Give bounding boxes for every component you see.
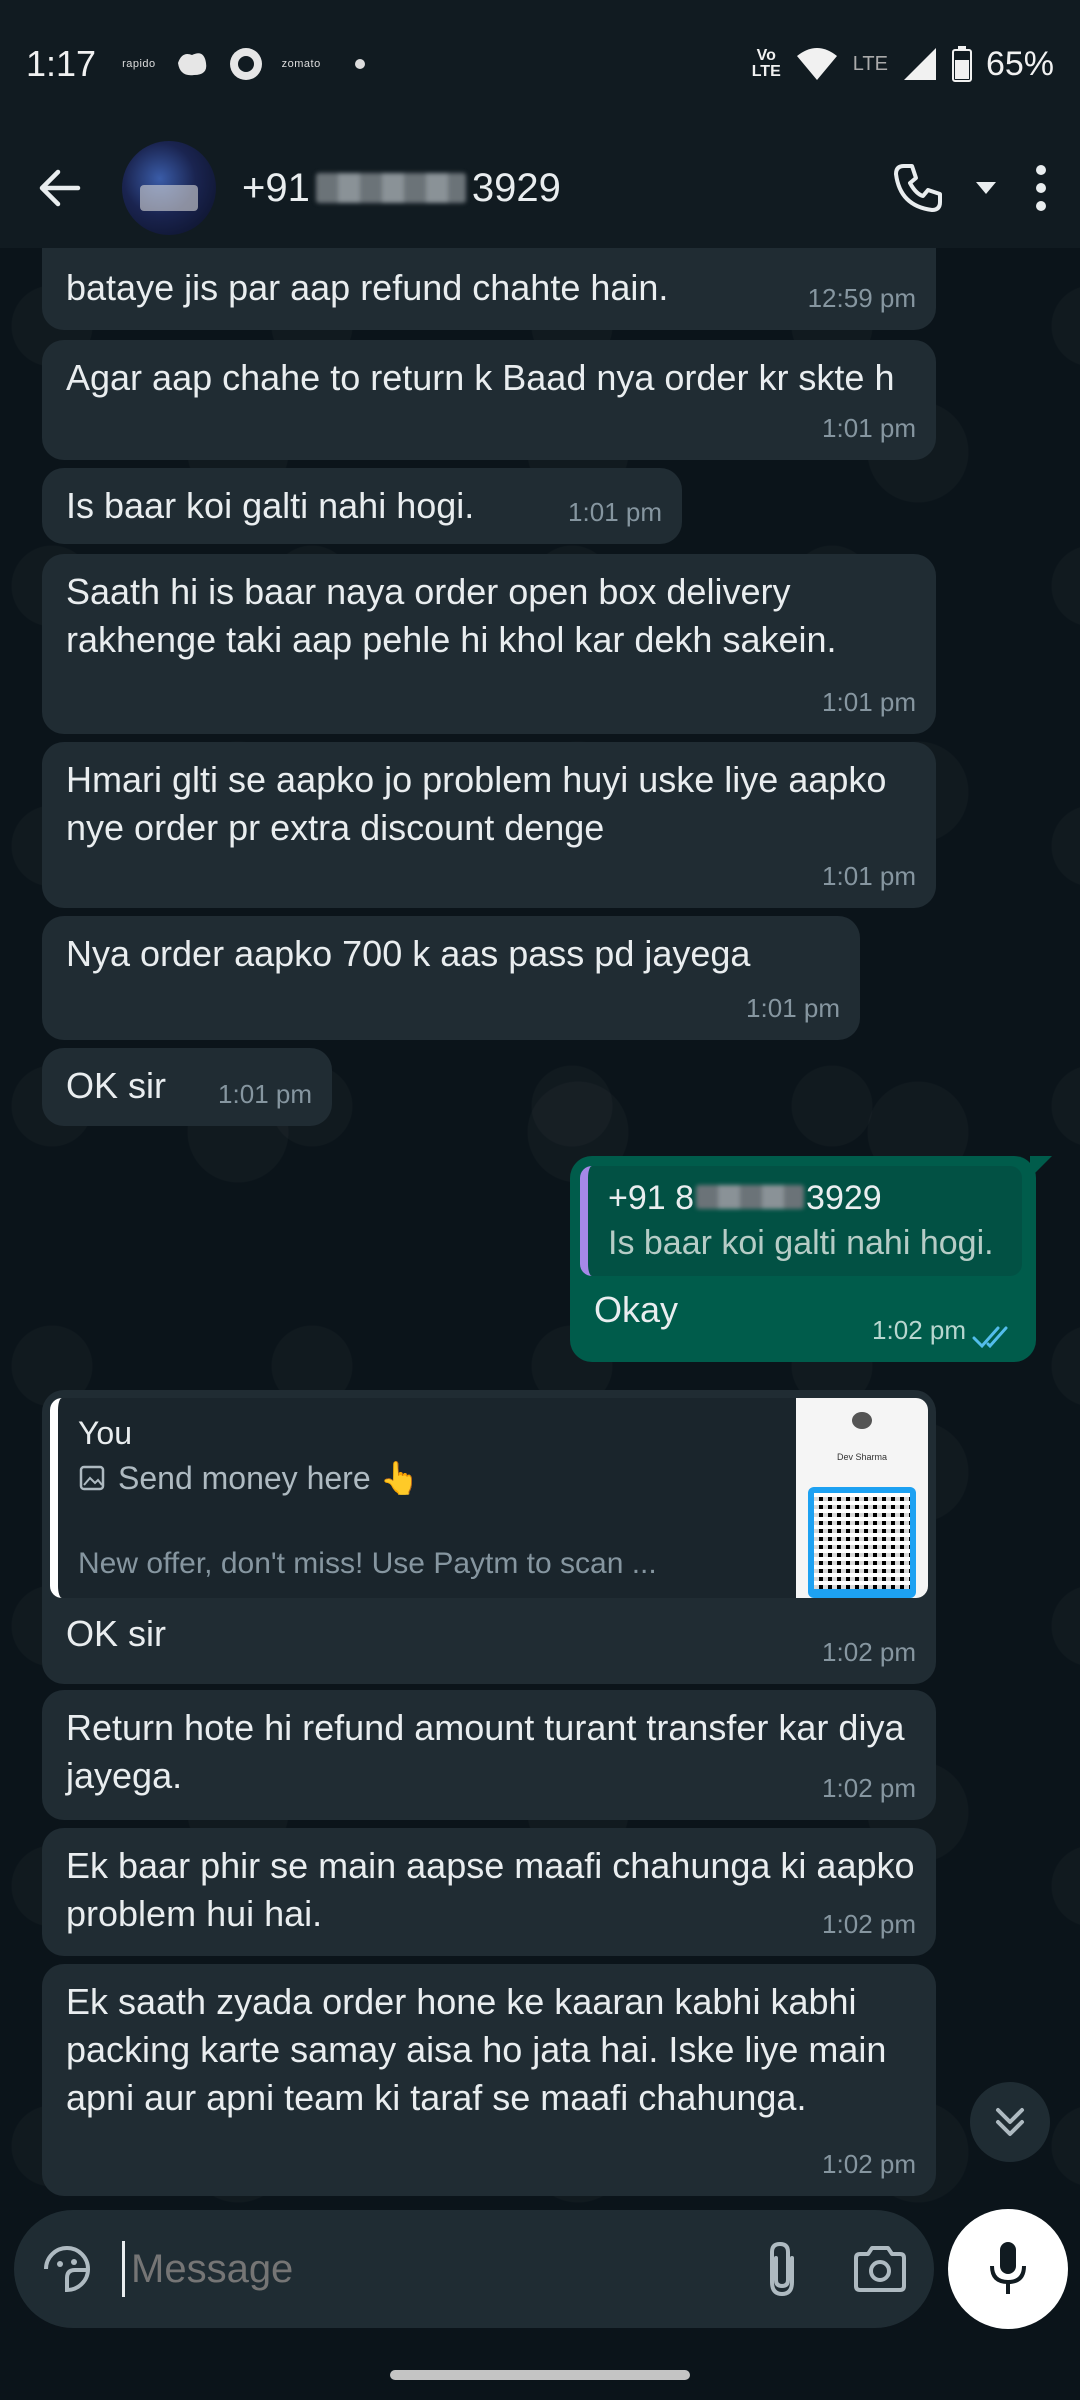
- message-time: 1:01 pm: [822, 861, 916, 891]
- lte-label: LTE: [852, 52, 888, 75]
- message-time: 1:02 pm: [872, 1315, 966, 1345]
- message-time: 1:01 pm: [568, 497, 662, 527]
- bubble-tail: [1030, 1156, 1052, 1178]
- battery-icon: [951, 46, 972, 82]
- call-dropdown-icon[interactable]: [974, 180, 998, 196]
- message-time: 1:01 pm: [822, 687, 916, 717]
- sticker-emoji-icon[interactable]: [40, 2242, 94, 2296]
- wifi-icon: [796, 48, 837, 80]
- system-navigation-bar: [0, 2336, 1080, 2400]
- qr-code-icon: [814, 1493, 910, 1590]
- home-gesture-handle[interactable]: [390, 2370, 690, 2380]
- message-incoming[interactable]: bataye jis par aap refund chahte hain. 1…: [42, 248, 936, 330]
- notification-icons: rapido zomato: [122, 46, 365, 82]
- message-time: 12:59 pm: [807, 283, 916, 313]
- contact-name[interactable]: +91 3929: [242, 166, 561, 211]
- message-incoming[interactable]: Ek saath zyada order hone ke kaaran kabh…: [42, 1964, 936, 2196]
- message-time: 1:02 pm: [822, 2149, 916, 2179]
- status-right: Vo LTE LTE 65%: [752, 45, 1054, 84]
- voice-call-icon[interactable]: [890, 160, 946, 216]
- message-time: 1:01 pm: [218, 1079, 312, 1109]
- double-chevron-down-icon: [996, 2108, 1024, 2136]
- status-time: 1:17: [26, 43, 97, 84]
- text-cursor: [122, 2241, 125, 2297]
- message-incoming[interactable]: Agar aap chahe to return k Baad nya orde…: [42, 340, 936, 460]
- back-button[interactable]: [24, 152, 96, 224]
- zomato-notification-icon: zomato: [281, 58, 321, 70]
- message-incoming[interactable]: Return hote hi refund amount turant tran…: [42, 1690, 936, 1820]
- camera-icon[interactable]: [852, 2244, 908, 2294]
- thumb-name: Dev Sharma: [836, 1452, 888, 1463]
- message-input[interactable]: [131, 2246, 691, 2292]
- message-incoming[interactable]: Nya order aapko 700 k aas pass pd jayega…: [42, 916, 860, 1040]
- header-actions: [890, 160, 1056, 216]
- message-incoming[interactable]: OK sir 1:01 pm: [42, 1048, 332, 1126]
- scroll-to-bottom-button[interactable]: [970, 2082, 1050, 2162]
- quoted-message[interactable]: +91 8 3929 Is baar koi galti nahi hogi.: [580, 1166, 1022, 1276]
- microphone-icon: [990, 2242, 1026, 2294]
- paytm-card: [808, 1487, 916, 1598]
- message-incoming[interactable]: Ek baar phir se main aapse maafi chahung…: [42, 1828, 936, 1956]
- quoted-text: Is baar koi galti nahi hogi.: [608, 1224, 994, 1262]
- more-notifications-dot: [354, 59, 365, 69]
- contact-name-prefix: +91: [242, 165, 310, 210]
- message-incoming[interactable]: You Send money here 👆 New offer, don't m…: [42, 1390, 936, 1684]
- message-time: 1:01 pm: [746, 993, 840, 1023]
- qr-code-thumbnail[interactable]: Dev Sharma: [796, 1398, 928, 1598]
- attach-icon[interactable]: [762, 2240, 802, 2298]
- message-time: 1:02 pm: [822, 1909, 916, 1939]
- chat-messages[interactable]: bataye jis par aap refund chahte hain. 1…: [0, 248, 1080, 2204]
- rapido-notification-icon: rapido: [122, 58, 156, 70]
- message-time: 1:02 pm: [822, 1637, 916, 1667]
- voice-record-button[interactable]: [948, 2209, 1068, 2329]
- contact-avatar[interactable]: [122, 141, 216, 235]
- whatsapp-chat-screen: 1:17 rapido zomato Vo LTE LTE 65% +91 39…: [0, 0, 1080, 2400]
- message-time: 1:02 pm: [822, 1773, 916, 1803]
- read-ticks-icon: [972, 1326, 1008, 1349]
- chat-header: +91 3929: [0, 128, 1080, 248]
- message-compose-bar: [14, 2210, 934, 2328]
- replied-image-message[interactable]: You Send money here 👆 New offer, don't m…: [50, 1398, 928, 1598]
- back-arrow-icon: [39, 169, 81, 207]
- message-incoming[interactable]: Is baar koi galti nahi hogi. 1:01 pm: [42, 468, 682, 544]
- signal-icon: [903, 48, 936, 80]
- reply-subtitle: New offer, don't miss! Use Paytm to scan…: [78, 1547, 657, 1580]
- reply-title: Send money here 👆: [78, 1454, 908, 1502]
- compose-actions: [762, 2240, 908, 2298]
- battery-percent: 65%: [985, 44, 1054, 83]
- contact-name-suffix: 3929: [471, 165, 561, 210]
- image-icon: [79, 1465, 105, 1491]
- volte-indicator: Vo LTE: [751, 47, 781, 80]
- message-incoming[interactable]: Saath hi is baar naya order open box del…: [42, 554, 936, 734]
- quoted-sender: +91 8 3929: [608, 1179, 882, 1217]
- more-options-icon[interactable]: [1026, 160, 1056, 216]
- status-bar: 1:17 rapido zomato Vo LTE LTE 65%: [0, 0, 1080, 128]
- thumb-avatar: [852, 1412, 872, 1430]
- app-notification-icon-2: [229, 48, 262, 80]
- redacted-number: [315, 173, 466, 203]
- app-notification-icon: [177, 53, 206, 76]
- message-time: 1:01 pm: [822, 413, 916, 443]
- message-outgoing[interactable]: +91 8 3929 Is baar koi galti nahi hogi. O…: [570, 1156, 1036, 1362]
- reply-author: You: [78, 1415, 132, 1451]
- message-incoming[interactable]: Hmari glti se aapko jo problem huyi uske…: [42, 742, 936, 908]
